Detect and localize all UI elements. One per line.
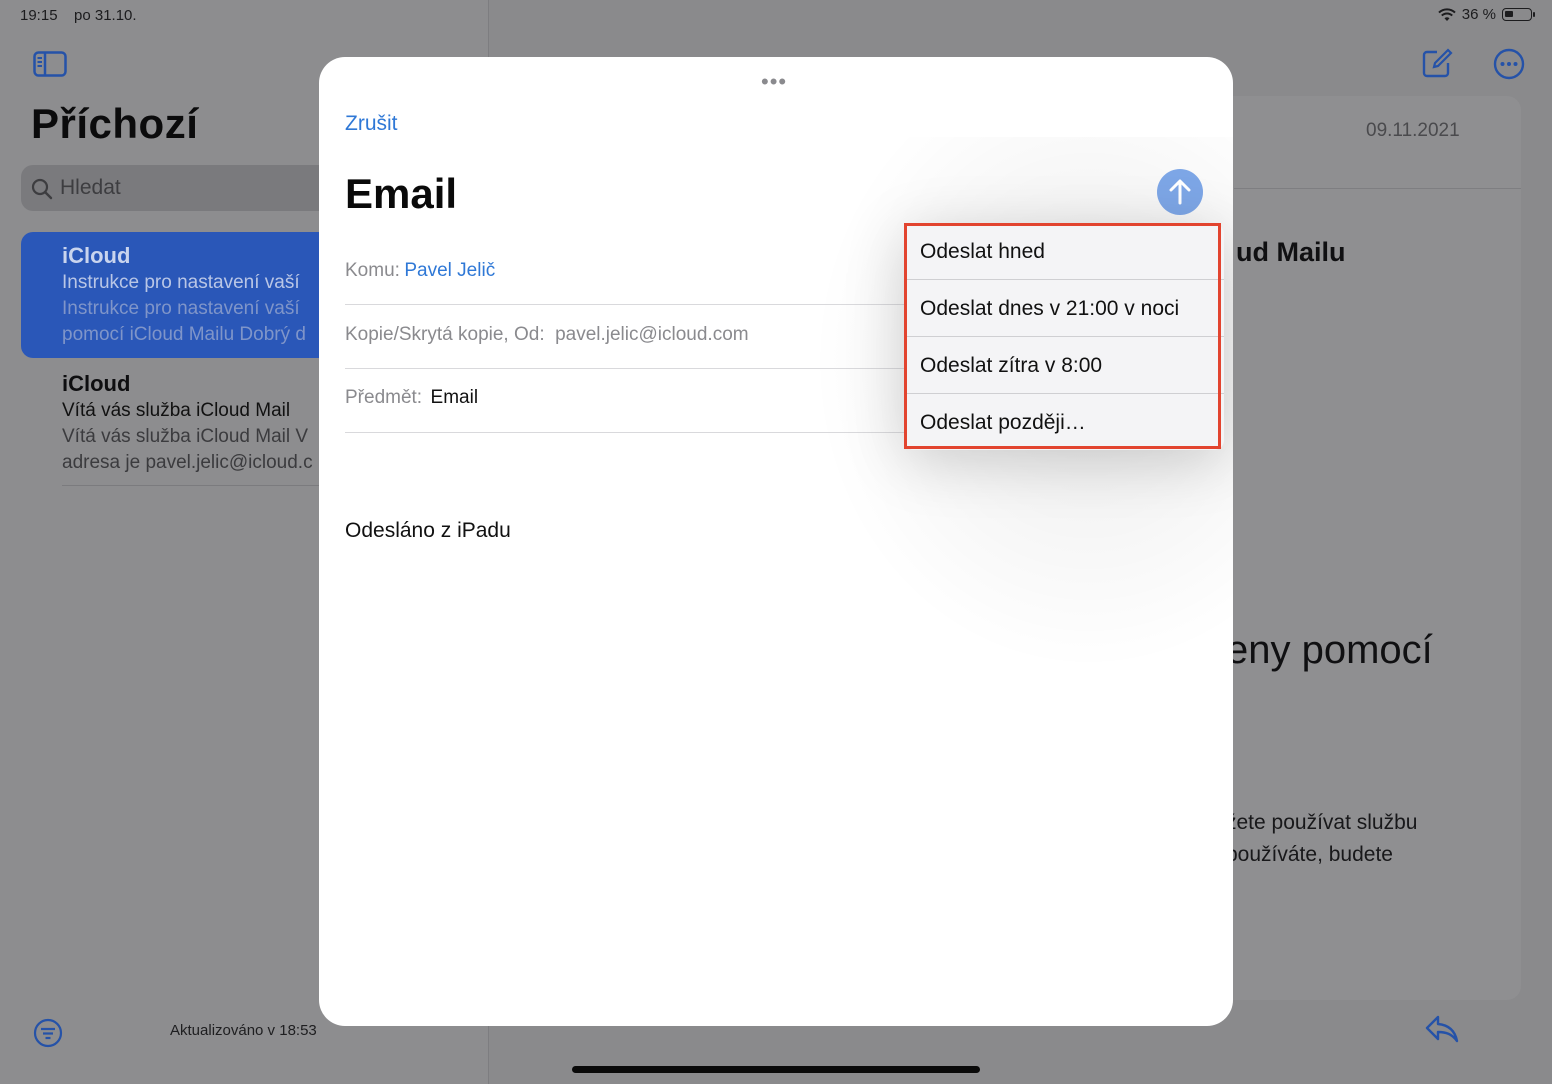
menu-item-send-tonight[interactable]: Odeslat dnes v 21:00 v noci bbox=[904, 281, 1224, 337]
divider bbox=[345, 368, 905, 369]
subject-value[interactable]: Email bbox=[431, 387, 479, 408]
mail-preview: pomocí iCloud Mailu Dobrý d bbox=[62, 324, 306, 345]
divider bbox=[345, 432, 905, 433]
message-heading: ud Mailu bbox=[1236, 237, 1346, 267]
divider bbox=[345, 304, 905, 305]
battery-icon bbox=[1502, 8, 1535, 21]
mail-sender: iCloud bbox=[62, 371, 131, 396]
wifi-icon bbox=[1438, 7, 1456, 21]
message-body[interactable]: Odesláno z iPadu bbox=[345, 519, 511, 543]
mail-preview: Instrukce pro nastavení vaší bbox=[62, 298, 300, 319]
subject-label: Předmět: bbox=[345, 387, 423, 408]
more-icon[interactable] bbox=[1493, 48, 1525, 80]
status-time: 19:15 bbox=[20, 7, 58, 24]
search-icon bbox=[31, 178, 53, 200]
divider bbox=[1234, 188, 1521, 189]
from-address: pavel.jelic@icloud.com bbox=[555, 324, 749, 345]
status-date: po 31.10. bbox=[74, 7, 137, 24]
to-field[interactable]: Komu: Pavel Jelič bbox=[345, 260, 495, 282]
cc-label: Kopie/Skrytá kopie, Od: bbox=[345, 324, 545, 345]
cancel-button[interactable]: Zrušit bbox=[345, 112, 398, 136]
mail-preview: adresa je pavel.jelic@icloud.c bbox=[62, 452, 313, 473]
send-options-menu: Odeslat hned Odeslat dnes v 21:00 v noci… bbox=[904, 224, 1224, 450]
mailbox-title: Příchozí bbox=[31, 100, 199, 147]
compose-title: Email bbox=[345, 170, 458, 217]
mail-preview: Vítá vás služba iCloud Mail V bbox=[62, 426, 309, 447]
mail-subject: Instrukce pro nastavení vaší bbox=[62, 272, 300, 293]
cc-from-field[interactable]: Kopie/Skrytá kopie, Od: pavel.jelic@iclo… bbox=[345, 324, 749, 346]
sidebar-toggle-icon[interactable] bbox=[33, 51, 67, 77]
battery-percent: 36 % bbox=[1461, 6, 1496, 23]
message-body-text: eny pomocí bbox=[1226, 628, 1433, 672]
menu-item-send-now[interactable]: Odeslat hned bbox=[904, 224, 1224, 280]
arrow-up-icon bbox=[1169, 179, 1191, 205]
message-date: 09.11.2021 bbox=[1366, 120, 1460, 141]
status-bar: 19:15 po 31.10. 36 % bbox=[0, 0, 1552, 32]
filter-icon[interactable] bbox=[33, 1018, 63, 1048]
home-indicator bbox=[572, 1066, 980, 1073]
search-placeholder: Hledat bbox=[60, 176, 121, 199]
menu-item-send-later[interactable]: Odeslat později… bbox=[904, 395, 1224, 450]
menu-item-send-tomorrow[interactable]: Odeslat zítra v 8:00 bbox=[904, 338, 1224, 394]
send-button[interactable] bbox=[1157, 169, 1203, 215]
message-body-text: používáte, budete bbox=[1226, 843, 1393, 866]
divider bbox=[62, 485, 342, 486]
mail-subject: Vítá vás služba iCloud Mail bbox=[62, 400, 291, 421]
subject-field[interactable]: Předmět: Email bbox=[345, 387, 478, 409]
message-body-text: žete používat službu bbox=[1226, 811, 1418, 834]
compose-sheet: ••• Zrušit Email Komu: Pavel Jelič Kopie… bbox=[319, 57, 1233, 1026]
mail-sender: iCloud bbox=[62, 243, 131, 268]
to-label: Komu: bbox=[345, 260, 400, 281]
updated-status: Aktualizováno v 18:53 bbox=[170, 1022, 317, 1039]
compose-icon[interactable] bbox=[1421, 47, 1453, 79]
reply-icon[interactable] bbox=[1424, 1014, 1460, 1044]
sheet-grabber-icon[interactable]: ••• bbox=[761, 69, 787, 95]
recipient-token[interactable]: Pavel Jelič bbox=[404, 260, 495, 281]
